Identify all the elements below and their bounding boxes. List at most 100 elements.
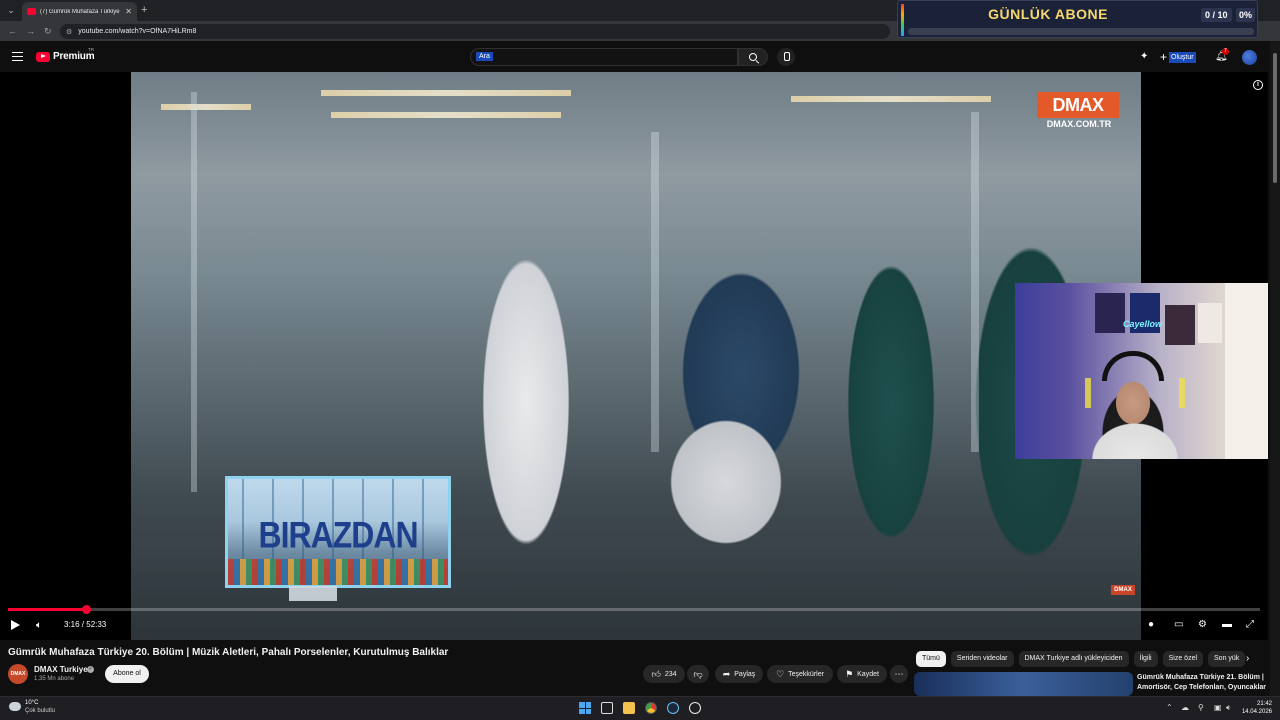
cloud-icon[interactable] (9, 702, 21, 711)
chips-next-chevron-icon[interactable]: › (1246, 654, 1249, 664)
settings-gear-icon[interactable]: ⚙ (1198, 619, 1207, 631)
video-player[interactable]: DMAX DMAX.COM.TR BIRAZDAN i Cayellow DMA… (0, 72, 1268, 640)
seek-bar-played (8, 608, 86, 611)
chip-related[interactable]: İlgili (1133, 651, 1158, 667)
youtube-logo[interactable]: Premium TR (36, 47, 95, 62)
thanks-icon: ♡ (776, 668, 785, 679)
back-arrow-icon[interactable]: ← (8, 25, 17, 37)
share-arrow-icon: ➦ (722, 668, 731, 679)
logo-text: Premium (53, 51, 95, 62)
steam-icon[interactable] (667, 702, 679, 714)
tray-chevron-icon[interactable]: ⌃ (1166, 703, 1173, 713)
file-explorer-icon[interactable] (623, 702, 635, 714)
network-icon[interactable]: ▣ (1214, 703, 1222, 713)
voice-search-mic-icon[interactable] (777, 48, 795, 66)
thanks-label: Teşekkürler (788, 670, 824, 678)
dislike-button[interactable]: 👎︎ (687, 665, 709, 683)
gaming-chair (1085, 378, 1185, 408)
address-bar[interactable]: ⚙ youtube.com/watch?v=OfNA7HiLRm8 (60, 24, 890, 39)
url-text: youtube.com/watch?v=OfNA7HiLRm8 (78, 28, 197, 35)
save-label: Kaydet (857, 670, 879, 678)
volume-tray-icon[interactable]: 🔉︎ (1226, 703, 1231, 713)
neon-sign: Cayellow (1123, 319, 1163, 329)
share-button[interactable]: ➦ Paylaş (715, 665, 763, 683)
channel-avatar[interactable]: DMAX (8, 664, 28, 684)
dmax-small-logo: DMAX (1111, 585, 1135, 595)
search-icon (749, 53, 757, 61)
ceiling-light (321, 90, 571, 96)
youtube-play-logo-icon (36, 51, 50, 62)
video-frame[interactable]: DMAX DMAX.COM.TR BIRAZDAN (131, 72, 1141, 640)
forward-arrow-icon[interactable]: → (26, 25, 35, 37)
weather-temperature[interactable]: 10°C (25, 700, 38, 706)
browser-tab[interactable]: (7) Gümrük Muhafaza Türkiye 2 ✕ (22, 2, 137, 21)
search-placeholder: Ara (476, 52, 493, 61)
chip-for-you[interactable]: Size özel (1162, 651, 1204, 667)
seek-handle[interactable] (81, 605, 91, 614)
subscribe-button[interactable]: Abone ol (105, 665, 149, 683)
windows-taskbar: 10°C Çok bulutlu ⌃ ☁ ⚲ ▣ 🔉︎ 21:42 14.04.… (0, 696, 1280, 720)
system-clock[interactable]: 21:42 14.04.2026 (1238, 700, 1272, 716)
menu-icon[interactable] (12, 52, 23, 61)
like-button[interactable]: 👍︎ 234 (643, 665, 685, 683)
seek-bar[interactable] (8, 605, 1260, 614)
youtube-favicon-icon (27, 8, 36, 15)
account-avatar[interactable] (1242, 50, 1257, 65)
channel-name[interactable]: DMAX Turkiye (34, 665, 88, 674)
chrome-icon[interactable] (645, 702, 657, 714)
tray-app-icon[interactable]: ☁ (1181, 703, 1189, 713)
more-actions-button[interactable]: ⋯ (890, 665, 908, 683)
save-button[interactable]: ⚑ Kaydet (837, 665, 887, 683)
bookmark-icon: ⚑ (845, 668, 854, 679)
tab-search-icon[interactable]: ⌄ (4, 3, 18, 17)
recommended-video-title[interactable]: Gümrük Muhafaza Türkiye 21. Bölüm | Amor… (1137, 673, 1267, 693)
windows-start-icon[interactable] (579, 702, 591, 714)
task-view-icon[interactable] (601, 702, 613, 714)
obs-icon[interactable] (689, 702, 701, 714)
fullscreen-icon[interactable]: ⤢ (1246, 619, 1254, 631)
wall-poster (1095, 293, 1125, 333)
dmax-url: DMAX.COM.TR (1046, 119, 1112, 129)
glass-partition (971, 112, 979, 452)
autoplay-toggle-icon[interactable]: ● (1148, 619, 1154, 631)
chip-all[interactable]: Tümü (916, 651, 946, 667)
create-label: Oluştur (1169, 51, 1196, 63)
youtube-header: Premium TR Ara ✦ + Oluştur 🔔︎ 7 (0, 41, 1280, 72)
more-dots-icon: ⋯ (894, 668, 904, 679)
new-tab-plus-icon[interactable]: + (141, 3, 147, 17)
info-icon[interactable]: i (1253, 80, 1263, 90)
cast-icon[interactable]: ✦ (1140, 52, 1150, 62)
play-icon[interactable] (11, 620, 20, 630)
thumbs-down-icon: 👎︎ (693, 668, 703, 679)
theater-mode-icon[interactable]: ▬ (1222, 619, 1232, 631)
container-ship-image (228, 559, 448, 585)
widget-count: 0 / 10 (1201, 8, 1232, 22)
door (1225, 283, 1268, 459)
recommendation-chips: Tümü Seriden videolar DMAX Turkiye adlı … (916, 651, 1246, 667)
chip-series[interactable]: Seriden videolar (950, 651, 1014, 667)
chip-uploader[interactable]: DMAX Turkiye adlı yükleyiciden (1018, 651, 1129, 667)
subtitles-icon[interactable]: ▭ (1174, 619, 1183, 631)
wall-poster (1198, 303, 1222, 343)
plus-icon: + (1160, 50, 1168, 64)
recommended-video-thumbnail[interactable] (914, 672, 1133, 696)
weather-description[interactable]: Çok bulutlu (25, 708, 55, 714)
widget-label: GÜNLÜK ABONE (988, 6, 1108, 22)
create-button[interactable]: + Oluştur (1160, 49, 1196, 65)
thumbs-up-icon: 👍︎ (651, 668, 661, 679)
chip-recent[interactable]: Son yük (1208, 651, 1246, 667)
volume-icon[interactable]: 🔈︎ (36, 619, 42, 633)
glass-partition (651, 132, 659, 452)
reload-icon[interactable]: ↻ (44, 25, 52, 37)
thanks-button[interactable]: ♡ Teşekkürler (767, 665, 833, 683)
ceiling-light (331, 112, 561, 118)
site-info-icon[interactable]: ⚙ (66, 28, 72, 36)
tab-close-icon[interactable]: ✕ (125, 7, 132, 16)
ceiling-light (791, 96, 991, 102)
search-button[interactable] (738, 48, 768, 66)
like-count: 234 (664, 670, 677, 678)
tray-mic-icon[interactable]: ⚲ (1198, 703, 1204, 713)
page-scrollbar[interactable] (1270, 41, 1280, 696)
search-input[interactable]: Ara (470, 48, 738, 66)
scrollbar-thumb[interactable] (1273, 53, 1277, 183)
